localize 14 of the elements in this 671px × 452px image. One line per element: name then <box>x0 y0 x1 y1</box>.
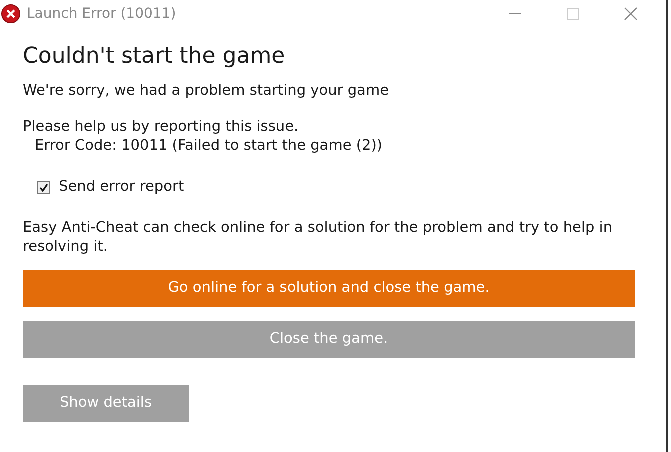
error-icon <box>1 4 21 24</box>
info-text: Easy Anti-Cheat can check online for a solution for the problem and try to help in resolving it. <box>23 219 614 258</box>
window-title: Launch Error (10011) <box>27 4 176 24</box>
error-code-text: Error Code: 10011 (Failed to start the game (2)) <box>35 137 384 156</box>
close-icon[interactable] <box>624 7 638 21</box>
online-solution-button[interactable]: Go online for a solution and close the game. <box>23 270 635 308</box>
send-report-checkbox[interactable] <box>37 181 50 194</box>
minimize-icon[interactable] <box>509 13 521 15</box>
close-game-button[interactable]: Close the game. <box>23 321 635 358</box>
subtitle: We're sorry, we had a problem starting your game <box>23 82 390 102</box>
report-request-text: Please help us by reporting this issue. <box>23 118 300 138</box>
show-details-button[interactable]: Show details <box>23 385 189 422</box>
checkbox-label: Send error report <box>59 178 184 198</box>
dialog-heading: Couldn't start the game <box>23 44 286 70</box>
